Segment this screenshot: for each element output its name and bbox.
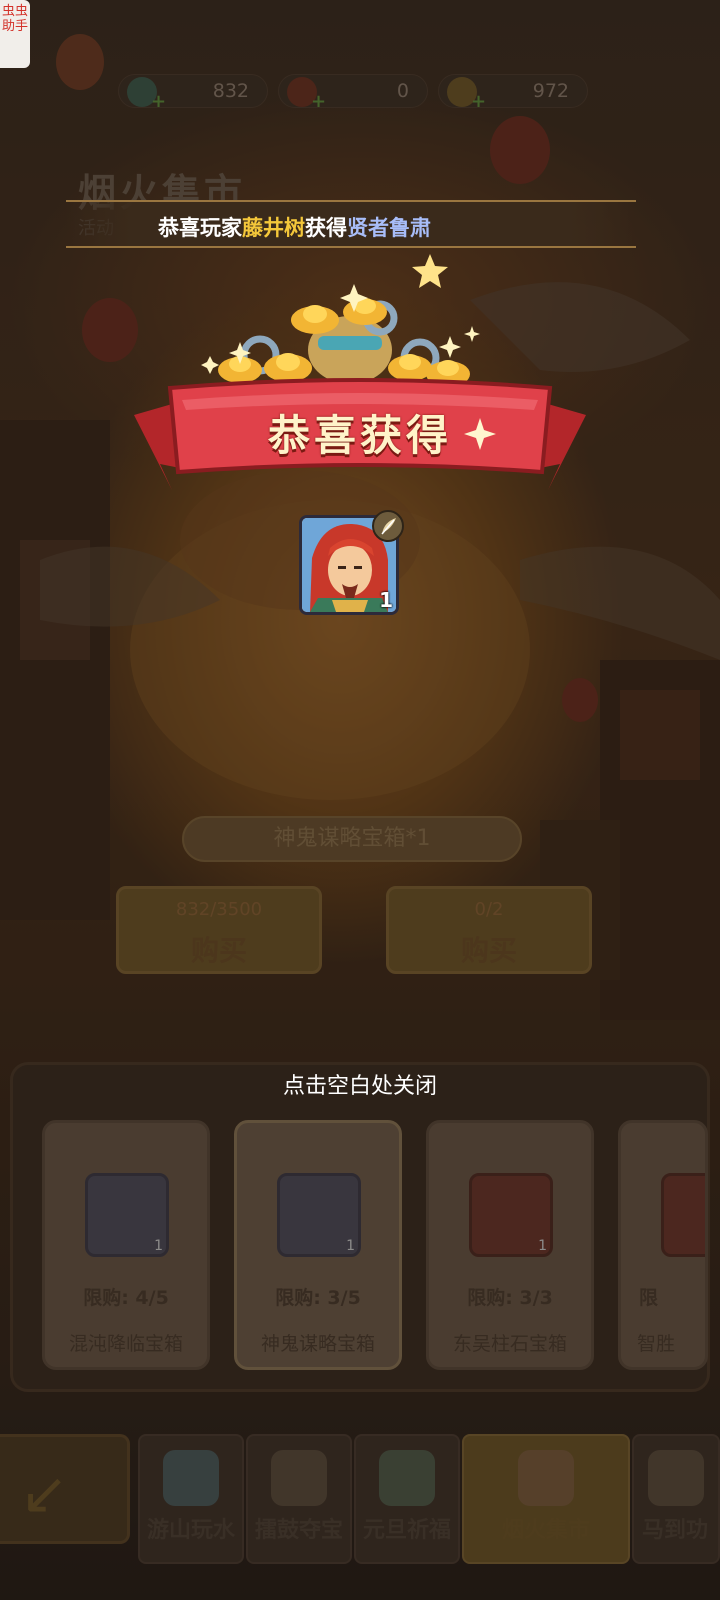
reward-popup-title: 恭喜获得 [267,411,452,460]
broadcast-hero: 贤者鲁肃 [347,216,431,240]
close-hint: 点击空白处关闭 [282,1074,437,1099]
broadcast-part2: 获得 [305,216,347,240]
broadcast-part1: 恭喜玩家 [158,216,242,240]
broadcast-banner: 恭喜玩家藤井树获得贤者鲁肃 [66,200,636,248]
broadcast-text: 恭喜玩家藤井树获得贤者鲁肃 [158,212,431,242]
helper-app-tag[interactable]: 虫虫助手 [0,0,30,68]
broadcast-player: 藤井树 [242,216,305,240]
feather-badge-icon [372,510,404,542]
reward-banner: 恭喜获得 [130,250,590,500]
reward-item-quantity: 1 [379,588,393,612]
